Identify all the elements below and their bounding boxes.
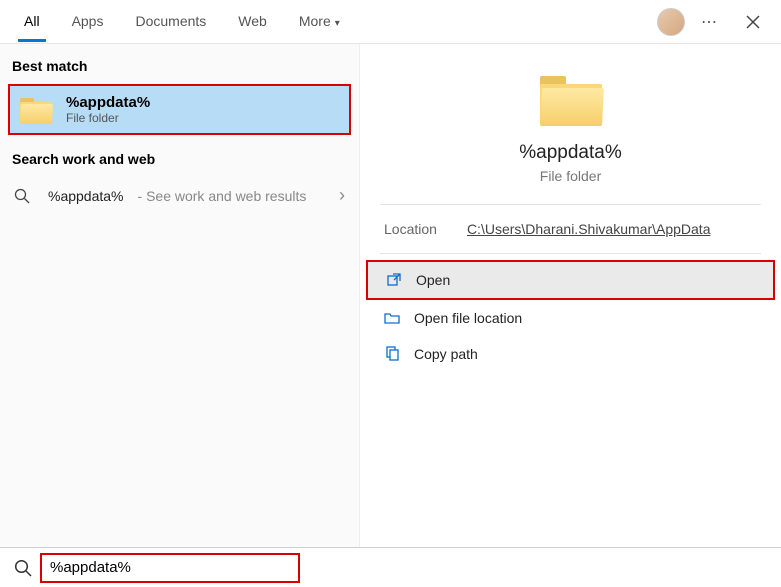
search-tabs: All Apps Documents Web More ▾ ⋯ bbox=[0, 0, 781, 44]
location-path[interactable]: C:\Users\Dharani.Shivakumar\AppData bbox=[467, 221, 711, 237]
section-search-work-web: Search work and web bbox=[0, 137, 359, 175]
search-input[interactable] bbox=[50, 559, 290, 576]
more-options-button[interactable]: ⋯ bbox=[693, 6, 725, 38]
folder-open-icon bbox=[384, 310, 400, 326]
web-search-result[interactable]: %appdata% - See work and web results › bbox=[0, 175, 359, 216]
tab-apps[interactable]: Apps bbox=[56, 2, 120, 41]
section-best-match: Best match bbox=[0, 44, 359, 82]
action-open[interactable]: Open bbox=[366, 260, 775, 300]
folder-icon bbox=[20, 96, 52, 124]
location-label: Location bbox=[384, 221, 437, 237]
action-open-file-location[interactable]: Open file location bbox=[366, 300, 775, 336]
search-bar bbox=[0, 547, 781, 587]
copy-icon bbox=[384, 346, 400, 362]
open-icon bbox=[386, 272, 402, 288]
search-input-wrap[interactable] bbox=[40, 553, 300, 583]
preview-title: %appdata% bbox=[380, 142, 761, 164]
tab-all[interactable]: All bbox=[8, 2, 56, 41]
search-icon bbox=[6, 559, 40, 577]
action-list: Open Open file location Copy path bbox=[360, 254, 781, 378]
close-icon bbox=[746, 15, 760, 29]
tab-documents[interactable]: Documents bbox=[119, 2, 222, 41]
best-match-result[interactable]: %appdata% File folder bbox=[8, 84, 351, 135]
close-button[interactable] bbox=[733, 2, 773, 42]
user-avatar[interactable] bbox=[657, 8, 685, 36]
location-row: Location C:\Users\Dharani.Shivakumar\App… bbox=[360, 205, 781, 253]
tab-web[interactable]: Web bbox=[222, 2, 283, 41]
preview-pane: %appdata% File folder Location C:\Users\… bbox=[360, 44, 781, 547]
results-area: Best match %appdata% File folder Search … bbox=[0, 44, 781, 547]
web-result-hint: - See work and web results bbox=[138, 188, 307, 204]
action-open-file-location-label: Open file location bbox=[414, 310, 522, 326]
tab-more-label: More bbox=[299, 13, 331, 29]
chevron-down-icon: ▾ bbox=[335, 18, 340, 29]
preview-subtitle: File folder bbox=[380, 168, 761, 184]
result-subtitle: File folder bbox=[66, 111, 150, 125]
folder-icon bbox=[540, 72, 602, 126]
result-title: %appdata% bbox=[66, 94, 150, 111]
action-copy-path-label: Copy path bbox=[414, 346, 478, 362]
action-copy-path[interactable]: Copy path bbox=[366, 336, 775, 372]
search-icon bbox=[14, 188, 34, 204]
action-open-label: Open bbox=[416, 272, 450, 288]
tab-more[interactable]: More ▾ bbox=[283, 2, 356, 41]
results-left-column: Best match %appdata% File folder Search … bbox=[0, 44, 360, 547]
chevron-right-icon: › bbox=[339, 185, 345, 206]
result-text: %appdata% File folder bbox=[66, 94, 150, 125]
web-result-query: %appdata% bbox=[48, 188, 124, 204]
